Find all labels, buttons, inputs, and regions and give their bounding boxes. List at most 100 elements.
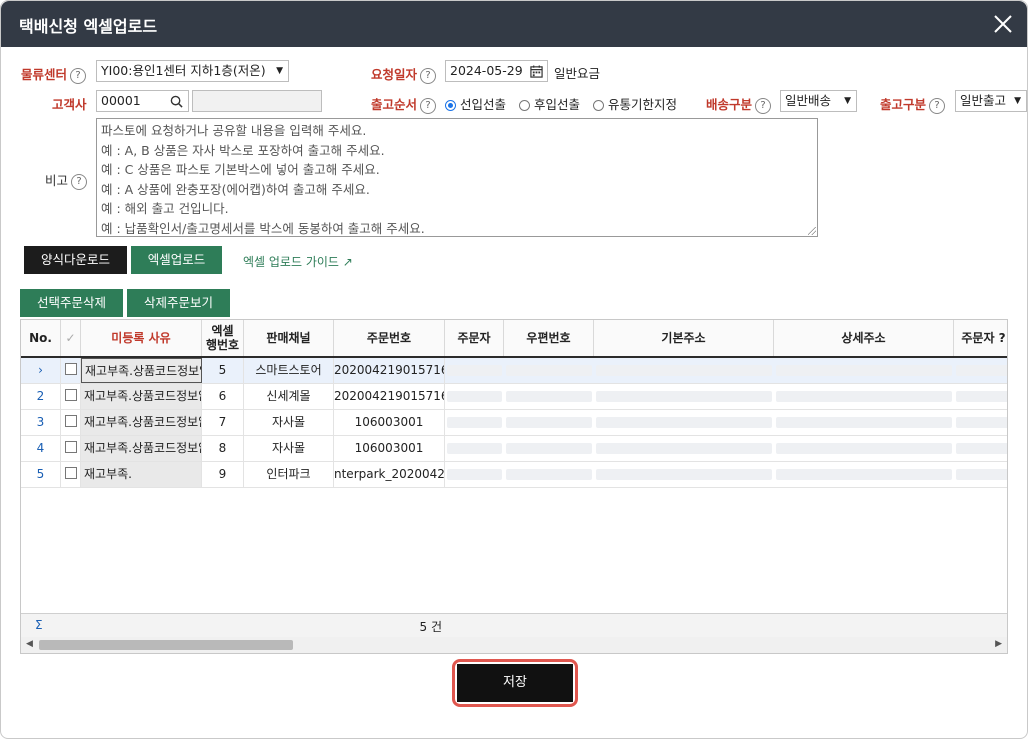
checkbox-icon[interactable] xyxy=(64,363,77,375)
excel-row-cell[interactable]: 5 xyxy=(202,358,244,383)
col-orderer[interactable]: 주문자 xyxy=(445,320,504,356)
close-icon[interactable] xyxy=(989,10,1017,38)
scroll-left-icon[interactable]: ◀ xyxy=(26,639,33,649)
col-reason[interactable]: 미등록 사유 xyxy=(81,320,202,356)
radio-expiry[interactable]: 유통기한지정 xyxy=(593,94,677,113)
masked-cell xyxy=(506,417,592,428)
row-checkbox-cell[interactable] xyxy=(61,384,81,409)
delivery-type-select[interactable]: 일반배송 ▼ xyxy=(780,90,857,112)
order-no-cell[interactable]: 2020042190157161 xyxy=(334,358,445,383)
col-no[interactable]: No. xyxy=(21,320,61,356)
help-icon[interactable]: ? xyxy=(420,67,437,84)
excel-row-cell[interactable]: 7 xyxy=(202,410,244,435)
table-row[interactable]: 4 재고부족.상품코드정보없음8자사몰106003001 xyxy=(21,436,1007,462)
scroll-right-icon[interactable]: ▶ xyxy=(995,639,1002,649)
excel-upload-dialog: 택배신청 엑셀업로드 물류센터? YI00:용인1센터 지하1층(저온) ▼ 요청… xyxy=(0,0,1028,739)
delete-selected-button[interactable]: 선택주문삭제 xyxy=(20,289,123,317)
release-type-select[interactable]: 일반출고 ▼ xyxy=(955,90,1027,112)
grid-header: No. ✓ 미등록 사유 엑셀 행번호 판매채널 주문번호 주문자 우편번호 기… xyxy=(21,320,1007,358)
row-number[interactable]: › xyxy=(21,358,61,383)
radio-lifo[interactable]: 후입선출 xyxy=(519,94,580,113)
excel-row-cell[interactable]: 8 xyxy=(202,436,244,461)
reason-cell[interactable]: 재고부족.상품코드정보없음 xyxy=(81,436,202,461)
channel-cell[interactable]: 자사몰 xyxy=(244,410,334,435)
reason-cell[interactable]: 재고부족. xyxy=(81,462,202,487)
memo-textarea[interactable]: 파스토에 요청하거나 공유할 내용을 입력해 주세요. 예 : A, B 상품은… xyxy=(96,118,818,237)
scrollbar-thumb[interactable] xyxy=(39,640,293,650)
memo-placeholder-line: 예 : A, B 상품은 자사 박스로 포장하여 출고해 주세요. xyxy=(101,142,385,158)
order-no-cell[interactable]: nterpark_2020042100 xyxy=(334,462,445,487)
request-date-label: 요청일자? xyxy=(371,64,437,84)
upload-guide-link[interactable]: 엑셀 업로드 가이드 ↗ xyxy=(243,253,353,270)
channel-cell[interactable]: 스마트스토어 xyxy=(244,358,334,383)
table-row[interactable]: 2 재고부족.상품코드정보없음6신세계몰2020042190157162 xyxy=(21,384,1007,410)
checkbox-icon[interactable] xyxy=(64,441,77,453)
search-icon[interactable] xyxy=(170,95,183,108)
center-select[interactable]: YI00:용인1센터 지하1층(저온) ▼ xyxy=(96,60,289,82)
help-icon[interactable]: ? xyxy=(71,173,88,190)
shipping-order-label: 출고순서? xyxy=(371,94,437,114)
excel-row-cell[interactable]: 6 xyxy=(202,384,244,409)
order-no-cell[interactable]: 106003001 xyxy=(334,410,445,435)
memo-label: 비고? xyxy=(45,170,88,190)
save-button[interactable]: 저장 xyxy=(457,664,573,702)
order-no-cell[interactable]: 106003001 xyxy=(334,436,445,461)
row-checkbox-cell[interactable] xyxy=(61,358,81,383)
radio-fifo[interactable]: 선입선출 xyxy=(445,94,506,113)
channel-cell[interactable]: 자사몰 xyxy=(244,436,334,461)
col-order-no[interactable]: 주문번호 xyxy=(334,320,445,356)
dialog-title-bar: 택배신청 엑셀업로드 xyxy=(1,1,1027,47)
col-zip[interactable]: 우편번호 xyxy=(504,320,594,356)
rate-text: 일반요금 xyxy=(554,66,601,81)
col-channel[interactable]: 판매채널 xyxy=(244,320,334,356)
excel-upload-button[interactable]: 엑셀업로드 xyxy=(131,246,222,274)
check-all-icon[interactable]: ✓ xyxy=(61,320,81,356)
row-number[interactable]: 2 xyxy=(21,384,61,409)
order-no-cell[interactable]: 2020042190157162 xyxy=(334,384,445,409)
row-checkbox-cell[interactable] xyxy=(61,462,81,487)
channel-cell[interactable]: 신세계몰 xyxy=(244,384,334,409)
row-number[interactable]: 5 xyxy=(21,462,61,487)
row-number[interactable]: 3 xyxy=(21,410,61,435)
customer-label: 고객사 xyxy=(52,97,87,112)
checkbox-icon[interactable] xyxy=(64,389,77,401)
horizontal-scrollbar[interactable]: ◀ ▶ xyxy=(21,637,1007,653)
masked-cell xyxy=(956,391,1007,402)
help-icon[interactable]: ? xyxy=(420,97,437,114)
view-deleted-button[interactable]: 삭제주문보기 xyxy=(127,289,230,317)
request-date-input[interactable]: 2024-05-29 xyxy=(445,60,548,82)
masked-cell xyxy=(447,443,502,454)
masked-cell xyxy=(506,391,592,402)
reason-cell[interactable]: 재고부족.상품코드정보없음 xyxy=(81,410,202,435)
summary-count: 5 건 xyxy=(419,620,443,634)
row-checkbox-cell[interactable] xyxy=(61,410,81,435)
row-checkbox-cell[interactable] xyxy=(61,436,81,461)
col-orderer-phone[interactable]: 주문자 ? xyxy=(954,320,1007,356)
reason-cell[interactable]: 재고부족.상품코드정보없음 xyxy=(81,384,202,409)
table-row[interactable]: 3 재고부족.상품코드정보없음7자사몰106003001 xyxy=(21,410,1007,436)
resize-handle-icon[interactable] xyxy=(808,227,816,235)
masked-cell xyxy=(956,443,1007,454)
table-row[interactable]: › 재고부족.상품코드정보없음5스마트스토어2020042190157161 xyxy=(21,358,1007,384)
col-excel-row[interactable]: 엑셀 행번호 xyxy=(202,320,244,356)
checkbox-icon[interactable] xyxy=(64,415,77,427)
checkbox-icon[interactable] xyxy=(64,467,77,479)
dropdown-arrow-icon: ▼ xyxy=(276,66,283,76)
row-number[interactable]: 4 xyxy=(21,436,61,461)
help-icon[interactable]: ? xyxy=(929,97,946,114)
radio-selected-icon xyxy=(445,100,456,111)
channel-cell[interactable]: 인터파크 xyxy=(244,462,334,487)
table-row[interactable]: 5 재고부족.9인터파크nterpark_2020042100 xyxy=(21,462,1007,488)
col-address-detail[interactable]: 상세주소 xyxy=(774,320,954,356)
help-icon[interactable]: ? xyxy=(70,67,87,84)
order-grid: No. ✓ 미등록 사유 엑셀 행번호 판매채널 주문번호 주문자 우편번호 기… xyxy=(20,319,1008,654)
customer-code-input[interactable]: 00001 xyxy=(96,90,189,112)
template-download-button[interactable]: 양식다운로드 xyxy=(24,246,127,274)
help-icon[interactable]: ? xyxy=(755,97,772,114)
excel-row-cell[interactable]: 9 xyxy=(202,462,244,487)
calendar-icon[interactable] xyxy=(530,65,543,78)
reason-cell[interactable]: 재고부족.상품코드정보없음 xyxy=(81,358,202,383)
masked-cell xyxy=(447,417,502,428)
col-address[interactable]: 기본주소 xyxy=(594,320,774,356)
masked-cell xyxy=(506,365,592,376)
